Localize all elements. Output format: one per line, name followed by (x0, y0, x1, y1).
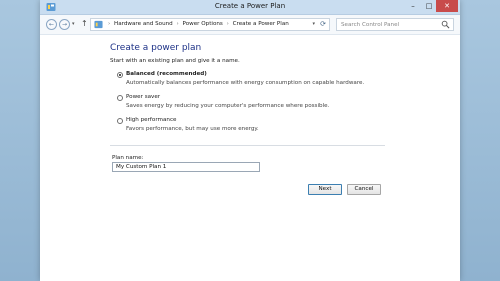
desktop-background-right (460, 0, 500, 281)
radio-high-performance[interactable] (117, 118, 123, 124)
plan-name-field[interactable] (112, 162, 260, 172)
breadcrumb-separator-icon: › (108, 21, 111, 27)
maximize-button[interactable]: □ (422, 0, 436, 12)
breadcrumb: › Hardware and Sound › Power Options › C… (106, 21, 289, 27)
title-bar[interactable]: Create a Power Plan – □ ✕ (40, 0, 460, 15)
close-button[interactable]: ✕ (436, 0, 458, 12)
control-panel-location-icon (94, 20, 103, 29)
plan-name-label: Plan name: (112, 155, 144, 161)
forward-button[interactable]: → (59, 19, 70, 30)
section-divider (110, 145, 385, 146)
option-high-performance-description: Favors performance, but may use more ene… (126, 126, 259, 132)
page-instructions: Start with an existing plan and give it … (110, 58, 240, 64)
breadcrumb-create-power-plan[interactable]: Create a Power Plan (233, 21, 289, 27)
back-button[interactable]: ← (46, 19, 57, 30)
option-power-saver-label[interactable]: Power saver (126, 94, 160, 100)
recent-locations-dropdown[interactable]: ▾ (72, 21, 75, 27)
address-dropdown-icon[interactable]: ▾ (312, 21, 315, 27)
breadcrumb-separator-icon: › (176, 21, 179, 27)
search-box[interactable] (336, 18, 454, 31)
breadcrumb-hardware-and-sound[interactable]: Hardware and Sound (114, 21, 173, 27)
radio-power-saver[interactable] (117, 95, 123, 101)
minimize-button[interactable]: – (406, 0, 420, 12)
control-panel-window: Create a Power Plan – □ ✕ ← → ▾ ↑ › Hard… (40, 0, 460, 281)
next-button[interactable]: Next (308, 184, 342, 195)
search-icon[interactable] (441, 20, 450, 29)
page-title: Create a power plan (110, 43, 202, 53)
radio-balanced[interactable] (117, 72, 123, 78)
option-balanced-description: Automatically balances performance with … (126, 80, 365, 86)
desktop-background-left (0, 0, 40, 281)
window-title: Create a Power Plan (214, 2, 286, 10)
navigation-bar: ← → ▾ ↑ › Hardware and Sound › Power Opt… (40, 15, 460, 35)
breadcrumb-separator-icon: › (226, 21, 229, 27)
main-content: Create a power plan Start with an existi… (40, 35, 460, 281)
option-high-performance-label[interactable]: High performance (126, 117, 176, 123)
address-bar[interactable]: › Hardware and Sound › Power Options › C… (90, 18, 330, 31)
option-power-saver-description: Saves energy by reducing your computer's… (126, 103, 330, 109)
up-button[interactable]: ↑ (81, 19, 88, 29)
cancel-button[interactable]: Cancel (347, 184, 381, 195)
search-input[interactable] (339, 20, 443, 29)
refresh-icon[interactable]: ⟳ (320, 20, 326, 28)
breadcrumb-power-options[interactable]: Power Options (183, 21, 223, 27)
option-balanced-label[interactable]: Balanced (recommended) (126, 71, 207, 77)
